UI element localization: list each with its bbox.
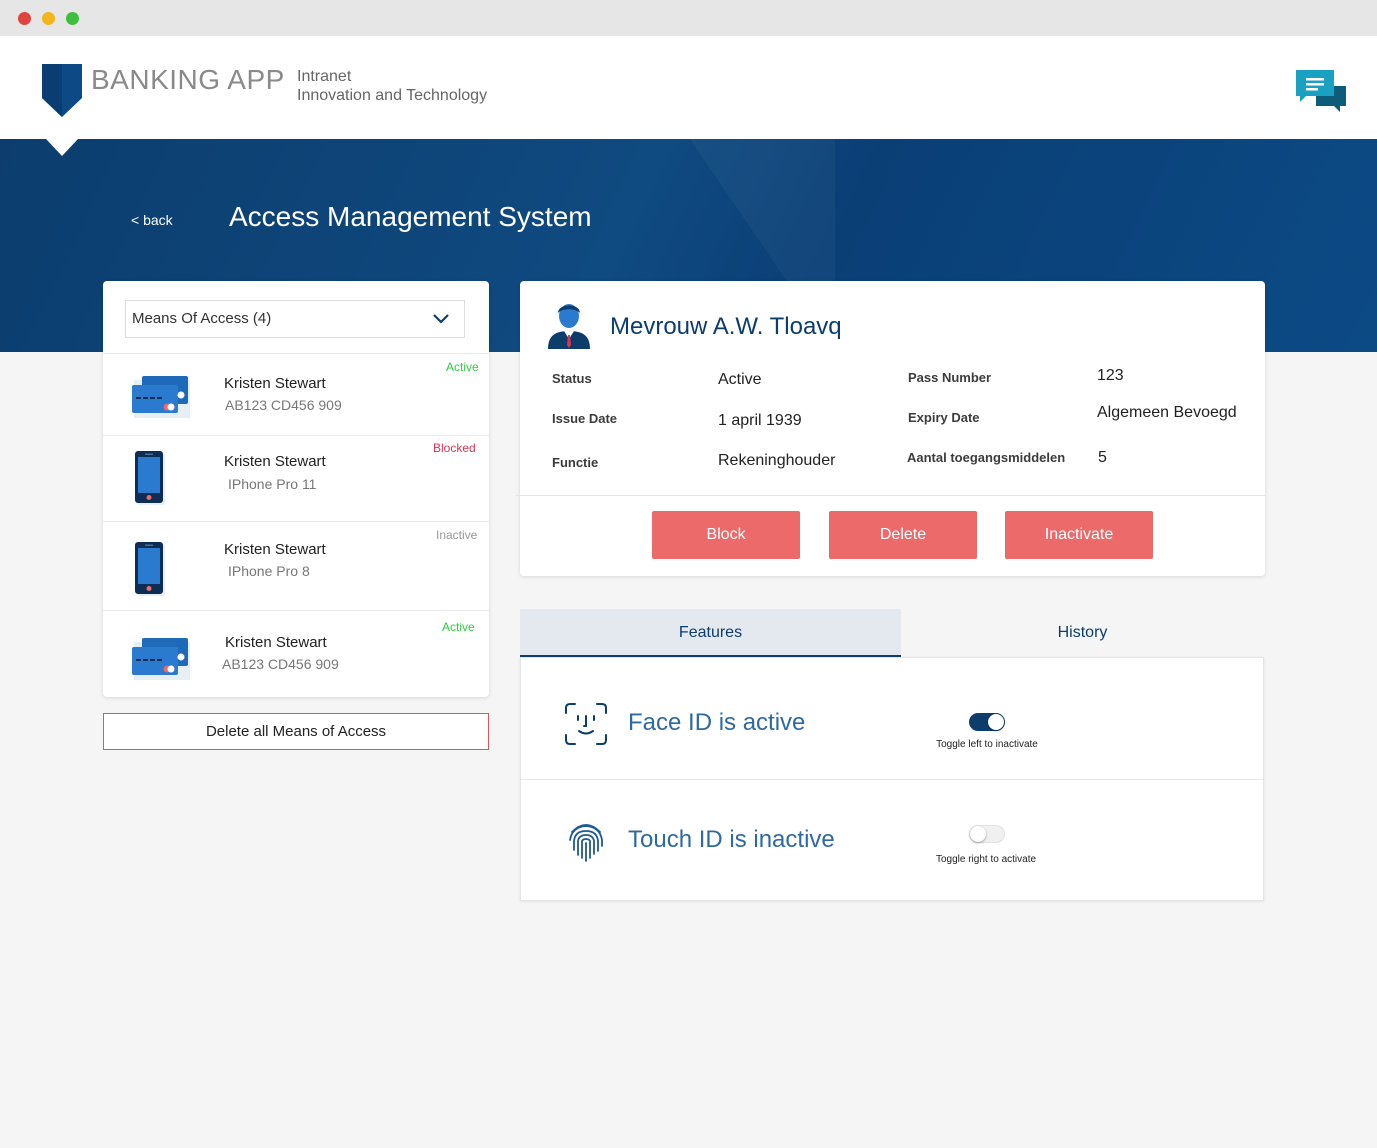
pass-number-value: 123 — [1097, 367, 1124, 384]
functie-label: Functie — [552, 455, 599, 470]
item-name: Kristen Stewart — [224, 541, 326, 558]
features-panel: Face ID is active Toggle left to inactiv… — [520, 657, 1264, 901]
means-of-access-panel: Means Of Access (4) Kristen Stewart AB12… — [103, 281, 489, 697]
aantal-label: Aantal toegangsmiddelen — [907, 450, 1066, 465]
list-item[interactable]: Kristen Stewart IPhone Pro 8 Inactive — [103, 521, 489, 610]
item-name: Kristen Stewart — [224, 375, 326, 392]
minimize-window-button[interactable] — [42, 12, 55, 25]
status-label: Status — [552, 371, 592, 386]
pass-number-label: Pass Number — [908, 370, 992, 385]
user-avatar-icon — [548, 304, 590, 349]
expiry-date-value: Algemeen Bevoegd — [1097, 404, 1237, 421]
issue-date-label: Issue Date — [552, 411, 618, 426]
item-detail: AB123 CD456 909 — [222, 656, 339, 672]
header-notch — [46, 139, 78, 156]
face-id-icon — [565, 703, 607, 745]
delete-button[interactable]: Delete — [829, 511, 977, 559]
close-window-button[interactable] — [18, 12, 31, 25]
page-title: Access Management System — [229, 201, 592, 232]
brand-name: BANKING APP — [91, 64, 285, 95]
inactivate-button[interactable]: Inactivate — [1005, 511, 1153, 559]
issue-date-value: 1 april 1939 — [718, 412, 802, 429]
header-subtitle-line2: Innovation and Technology — [297, 87, 488, 104]
phone-icon — [135, 451, 165, 505]
list-item[interactable]: Kristen Stewart IPhone Pro 11 Blocked — [103, 435, 489, 521]
item-name: Kristen Stewart — [225, 634, 327, 651]
face-id-toggle-hint: Toggle left to inactivate — [936, 739, 1038, 750]
tab-history[interactable]: History — [901, 609, 1264, 657]
status-value: Active — [718, 371, 762, 388]
chat-bubbles-icon[interactable] — [1292, 70, 1348, 114]
item-name: Kristen Stewart — [224, 453, 326, 470]
item-detail: IPhone Pro 11 — [228, 476, 317, 492]
header-subtitle-line1: Intranet — [297, 68, 352, 85]
fingerprint-icon — [569, 824, 603, 862]
window-titlebar — [0, 0, 1377, 36]
list-item[interactable]: Kristen Stewart AB123 CD456 909 Active — [103, 610, 489, 697]
touch-id-title: Touch ID is inactive — [628, 826, 835, 853]
card-divider — [516, 495, 1265, 496]
back-link[interactable]: < back — [131, 212, 173, 228]
block-button[interactable]: Block — [652, 511, 800, 559]
card-icon — [132, 376, 190, 418]
card-icon — [132, 638, 190, 680]
chevron-down-icon — [433, 314, 449, 324]
person-details-card: Mevrouw A.W. Tloavq Status Active Issue … — [516, 281, 1265, 576]
maximize-window-button[interactable] — [66, 12, 79, 25]
shield-logo-icon — [42, 64, 82, 117]
status-badge: Active — [446, 360, 479, 374]
list-item[interactable]: Kristen Stewart AB123 CD456 909 Active — [103, 353, 489, 435]
item-detail: IPhone Pro 8 — [228, 563, 310, 579]
face-id-title: Face ID is active — [628, 709, 806, 736]
dropdown-label: Means Of Access (4) — [132, 310, 272, 327]
means-of-access-dropdown[interactable]: Means Of Access (4) — [125, 300, 465, 338]
touch-id-toggle-hint: Toggle right to activate — [935, 854, 1037, 865]
face-id-toggle[interactable] — [969, 713, 1005, 731]
app-header: BANKING APP Intranet Innovation and Tech… — [0, 36, 1377, 139]
phone-icon — [135, 542, 165, 596]
functie-value: Rekeninghouder — [718, 452, 836, 469]
status-badge: Active — [442, 620, 475, 634]
toggle-knob — [970, 826, 986, 842]
delete-all-means-button[interactable]: Delete all Means of Access — [103, 713, 489, 750]
person-name: Mevrouw A.W. Tloavq — [610, 313, 842, 340]
status-badge: Inactive — [436, 528, 478, 542]
aantal-value: 5 — [1098, 449, 1107, 466]
toggle-knob — [988, 714, 1004, 730]
tab-features[interactable]: Features — [520, 609, 901, 657]
expiry-date-label: Expiry Date — [908, 410, 980, 425]
feature-divider — [521, 779, 1263, 780]
item-detail: AB123 CD456 909 — [225, 397, 342, 413]
status-badge: Blocked — [433, 441, 476, 455]
touch-id-toggle[interactable] — [969, 825, 1005, 843]
